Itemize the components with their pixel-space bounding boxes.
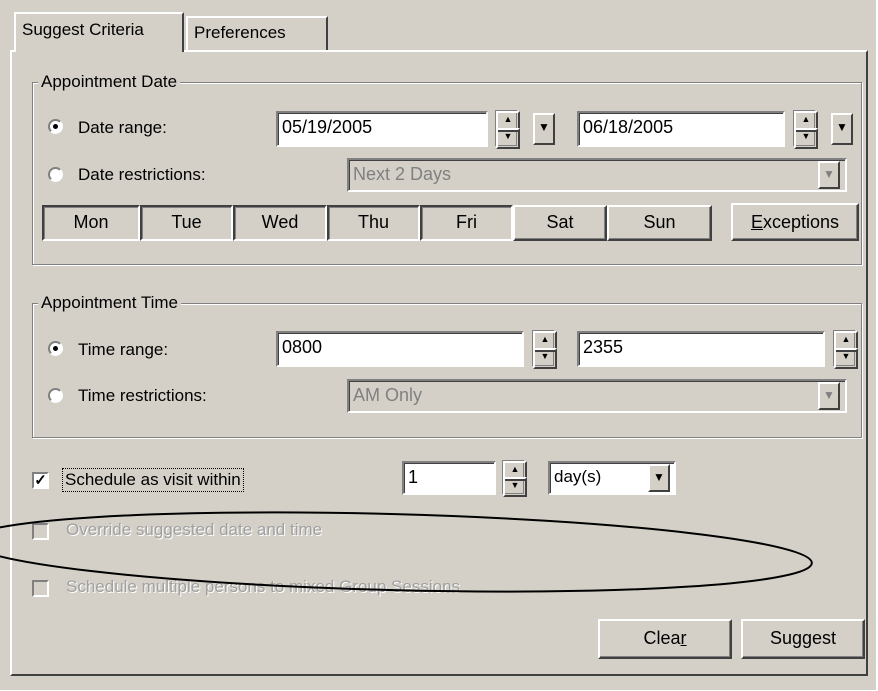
time-restrictions-radio[interactable] xyxy=(48,388,63,403)
day-toggle-label: Wed xyxy=(261,212,299,232)
exceptions-button[interactable]: Exceptions xyxy=(731,203,859,241)
appointment-date-legend: Appointment Date xyxy=(38,72,181,92)
clear-accel: r xyxy=(680,628,687,648)
start-date-spinner[interactable]: ▲ ▼ xyxy=(495,110,520,149)
visit-within-unit-value: day(s) xyxy=(554,467,602,486)
day-toggle-label: Fri xyxy=(456,212,477,232)
suggest-label: Suggest xyxy=(769,628,837,648)
spin-down-icon[interactable]: ▼ xyxy=(496,128,520,149)
date-restrictions-dropdown-button[interactable]: ▼ xyxy=(818,161,840,189)
time-restrictions-label: Time restrictions: xyxy=(78,386,207,405)
day-toggle-label: Sun xyxy=(643,212,676,232)
appointment-time-group xyxy=(32,303,862,438)
chevron-down-icon: ▼ xyxy=(538,120,550,134)
exceptions-label-rest: xceptions xyxy=(762,212,840,232)
end-time-spinner[interactable]: ▲ ▼ xyxy=(833,330,858,369)
day-toggle-wed[interactable]: Wed xyxy=(233,205,327,241)
date-restrictions-radio[interactable] xyxy=(48,167,63,182)
chevron-down-icon: ▼ xyxy=(823,388,835,402)
date-restrictions-label: Date restrictions: xyxy=(78,165,206,184)
end-date-calendar-button[interactable]: ▼ xyxy=(831,113,853,145)
time-restrictions-value: AM Only xyxy=(353,385,423,405)
chevron-down-icon: ▼ xyxy=(653,470,665,484)
dialog-panel: Suggest Criteria Preferences Appointment… xyxy=(0,0,876,690)
spin-down-icon[interactable]: ▼ xyxy=(834,348,858,369)
end-date-input[interactable]: 06/18/2005 xyxy=(577,111,785,147)
tab-suggest-criteria[interactable]: Suggest Criteria xyxy=(14,12,184,52)
end-time-input[interactable]: 2355 xyxy=(577,331,825,367)
day-toggle-thu[interactable]: Thu xyxy=(327,205,420,241)
clear-label-start: Clea xyxy=(643,628,681,648)
tab-preferences-label: Preferences xyxy=(194,23,286,42)
day-toggle-tue[interactable]: Tue xyxy=(140,205,233,241)
day-toggle-label: Tue xyxy=(171,212,202,232)
time-restrictions-select[interactable]: AM Only xyxy=(347,379,847,413)
date-restrictions-select[interactable]: Next 2 Days xyxy=(347,158,847,192)
start-time-input[interactable]: 0800 xyxy=(276,331,524,367)
day-toggle-label: Sat xyxy=(546,212,574,232)
start-time-spinner[interactable]: ▲ ▼ xyxy=(532,330,557,369)
tab-suggest-criteria-label: Suggest Criteria xyxy=(22,20,144,39)
visit-within-count-spinner[interactable]: ▲ ▼ xyxy=(502,460,527,497)
schedule-visit-label[interactable]: Schedule as visit within xyxy=(62,468,244,492)
date-range-radio[interactable] xyxy=(48,119,63,134)
date-range-label: Date range: xyxy=(78,118,167,137)
tab-preferences[interactable]: Preferences xyxy=(186,16,328,50)
exceptions-accel: E xyxy=(750,212,763,232)
day-toggle-sun[interactable]: Sun xyxy=(607,205,712,241)
day-toggle-sat[interactable]: Sat xyxy=(513,205,607,241)
end-date-spinner[interactable]: ▲ ▼ xyxy=(793,110,818,149)
day-toggle-mon[interactable]: Mon xyxy=(42,205,140,241)
visit-within-count-input[interactable]: 1 xyxy=(402,461,496,495)
annotation-ellipse xyxy=(0,511,813,593)
weekday-toggle-bar: Mon Tue Wed Thu Fri Sat Sun xyxy=(42,205,722,241)
visit-within-unit-dropdown-button[interactable]: ▼ xyxy=(648,464,670,492)
radio-selected-dot xyxy=(53,346,58,351)
chevron-down-icon: ▼ xyxy=(836,120,848,134)
schedule-visit-checkbox[interactable]: ✓ xyxy=(32,472,49,489)
checkmark-icon: ✓ xyxy=(34,472,47,489)
spin-down-icon[interactable]: ▼ xyxy=(533,348,557,369)
day-toggle-label: Mon xyxy=(73,212,109,232)
start-date-input[interactable]: 05/19/2005 xyxy=(276,111,488,147)
time-range-radio[interactable] xyxy=(48,341,63,356)
radio-selected-dot xyxy=(53,124,58,129)
spin-down-icon[interactable]: ▼ xyxy=(794,128,818,149)
date-restrictions-value: Next 2 Days xyxy=(353,164,452,184)
time-restrictions-dropdown-button[interactable]: ▼ xyxy=(818,382,840,410)
suggest-button[interactable]: Suggest xyxy=(741,619,865,659)
time-range-label: Time range: xyxy=(78,340,169,359)
appointment-time-legend: Appointment Time xyxy=(38,293,182,313)
start-date-calendar-button[interactable]: ▼ xyxy=(533,113,555,145)
spin-down-icon[interactable]: ▼ xyxy=(503,477,527,497)
chevron-down-icon: ▼ xyxy=(823,167,835,181)
clear-button[interactable]: Clear xyxy=(598,619,732,659)
day-toggle-label: Thu xyxy=(357,212,390,232)
day-toggle-fri[interactable]: Fri xyxy=(420,205,513,241)
